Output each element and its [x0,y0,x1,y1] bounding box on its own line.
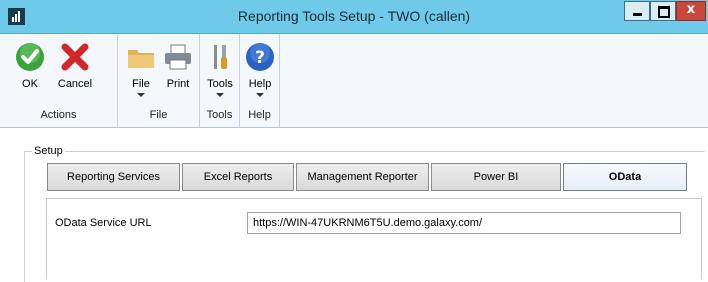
group-label-tools: Tools [206,109,233,121]
tab-reporting-services[interactable]: Reporting Services [47,163,180,191]
tools-icon [214,45,227,69]
ribbon-group-tools: Tools Tools [200,34,240,127]
printer-icon [165,44,191,70]
minimize-icon[interactable] [624,1,650,21]
title-bar: Reporting Tools Setup - TWO (callen) [0,0,708,34]
tab-management-reporter[interactable]: Management Reporter [296,163,429,191]
ribbon: OK Cancel Actions File Print File Tools … [0,34,708,128]
group-label-actions: Actions [40,109,77,121]
tools-button[interactable]: Tools [200,38,240,104]
print-button[interactable]: Print [158,38,198,104]
group-label-help: Help [248,109,271,121]
tab-power-bi[interactable]: Power BI [431,163,561,191]
ribbon-group-file: File Print File [118,34,200,127]
tools-label: Tools [207,78,233,90]
help-button[interactable]: ? Help [240,38,280,104]
svg-text:?: ? [255,48,265,68]
chevron-down-icon [216,93,224,97]
cancel-button[interactable]: Cancel [55,38,95,104]
close-icon[interactable] [676,1,706,21]
ok-label: OK [22,78,38,90]
print-label: Print [166,78,190,90]
file-label: File [132,78,150,90]
folder-icon [128,50,154,68]
x-icon [61,43,89,71]
ribbon-group-help: ? Help Help [240,34,280,127]
tab-odata[interactable]: OData [563,163,687,191]
checkmark-icon [16,43,44,71]
odata-panel [46,198,702,279]
chevron-down-icon [256,93,264,97]
file-button[interactable]: File [121,38,161,104]
ok-button[interactable]: OK [10,38,50,104]
cancel-label: Cancel [57,78,93,90]
group-label-file: File [149,109,168,121]
ribbon-group-actions: OK Cancel Actions [0,34,118,127]
chevron-down-icon [137,93,145,97]
odata-url-label: OData Service URL [55,217,152,229]
maximize-icon[interactable] [650,1,676,21]
help-icon: ? [246,43,274,71]
help-label: Help [248,78,272,90]
setup-legend: Setup [32,145,65,157]
tab-excel-reports[interactable]: Excel Reports [182,163,294,191]
window-title: Reporting Tools Setup - TWO (callen) [237,8,471,24]
odata-url-field[interactable] [247,212,681,234]
